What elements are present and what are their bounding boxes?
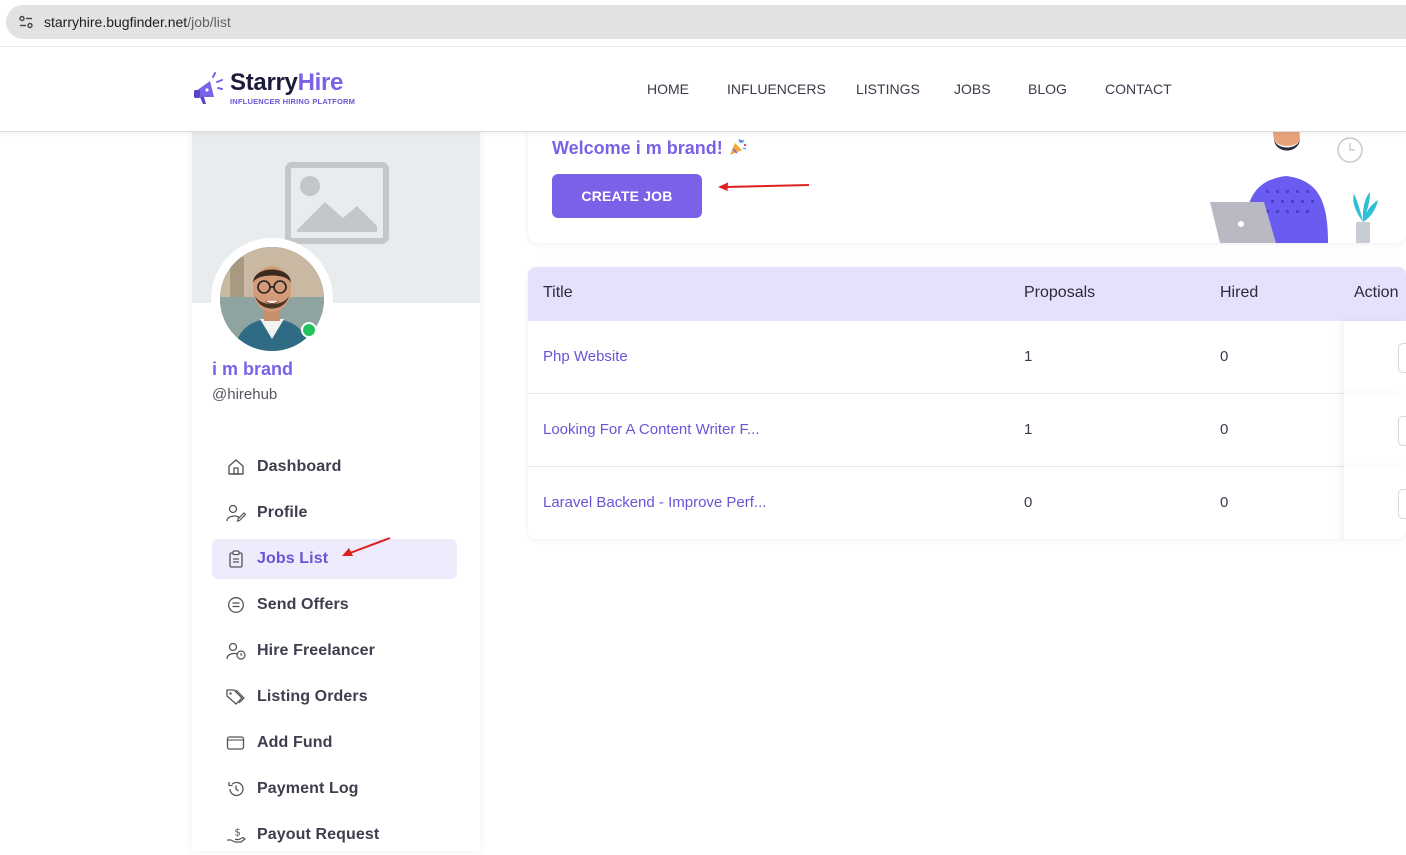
job-proposals: 1 <box>1024 421 1033 438</box>
table-row: Laravel Backend - Improve Perf... 0 0 <box>528 467 1406 539</box>
list-circle-icon <box>226 595 246 615</box>
user-edit-icon <box>226 503 246 523</box>
home-icon <box>226 457 246 477</box>
sidebar-item-jobs-list[interactable]: Jobs List <box>212 539 457 579</box>
row-action-button[interactable] <box>1398 416 1406 446</box>
tags-icon <box>226 687 246 707</box>
main-nav: HOME INFLUENCERS LISTINGS JOBS BLOG CONT… <box>0 81 1406 101</box>
url-host: starryhire.bugfinder.net <box>44 14 188 30</box>
hand-dollar-icon: $ <box>226 825 246 845</box>
job-title-link[interactable]: Php Website <box>543 348 628 365</box>
history-icon <box>226 779 246 799</box>
sidebar-item-listing-orders[interactable]: Listing Orders <box>212 677 457 717</box>
job-hired: 0 <box>1220 348 1229 365</box>
job-proposals: 0 <box>1024 494 1033 511</box>
job-hired: 0 <box>1220 421 1229 438</box>
job-title-link[interactable]: Looking For A Content Writer F... <box>543 421 760 438</box>
nav-blog[interactable]: BLOG <box>1028 81 1067 97</box>
online-status-dot <box>301 322 317 338</box>
nav-jobs[interactable]: JOBS <box>954 81 991 97</box>
action-cell <box>1344 321 1406 394</box>
sidebar-item-label: Jobs List <box>257 550 329 567</box>
table-header: Title Proposals Hired Action <box>528 267 1406 321</box>
dashboard-sidebar: i m brand @hirehub Dashboard Profile Job… <box>192 132 480 851</box>
sidebar-item-label: Listing Orders <box>257 688 368 705</box>
jobs-table: Title Proposals Hired Action Php Website… <box>528 267 1406 539</box>
sidebar-item-hire-freelancer[interactable]: Hire Freelancer <box>212 631 457 671</box>
url-text: starryhire.bugfinder.net/job/list <box>44 14 231 30</box>
action-cell <box>1344 467 1406 539</box>
table-row: Php Website 1 0 <box>528 321 1406 394</box>
annotation-arrow-icon <box>718 182 810 191</box>
row-action-button[interactable] <box>1398 343 1406 373</box>
url-field[interactable]: starryhire.bugfinder.net/job/list <box>6 5 1406 39</box>
row-action-button[interactable] <box>1398 489 1406 519</box>
sidebar-item-payment-log[interactable]: Payment Log <box>212 769 457 809</box>
nav-influencers[interactable]: INFLUENCERS <box>727 81 826 97</box>
sidebar-item-label: Payout Request <box>257 826 380 843</box>
col-proposals: Proposals <box>1024 284 1096 301</box>
sidebar-item-label: Payment Log <box>257 780 359 797</box>
nav-listings[interactable]: LISTINGS <box>856 81 920 97</box>
image-placeholder-icon <box>285 162 389 244</box>
site-settings-icon[interactable] <box>16 12 36 32</box>
browser-address-bar: starryhire.bugfinder.net/job/list <box>0 0 1406 46</box>
sidebar-item-payout-request[interactable]: $ Payout Request <box>212 815 457 855</box>
sidebar-item-label: Dashboard <box>257 458 342 475</box>
sidebar-item-add-fund[interactable]: Add Fund <box>212 723 457 763</box>
job-title-link[interactable]: Laravel Backend - Improve Perf... <box>543 494 766 511</box>
annotation-arrow-icon <box>342 537 391 556</box>
job-proposals: 1 <box>1024 348 1033 365</box>
svg-text:$: $ <box>235 828 241 839</box>
nav-contact[interactable]: CONTACT <box>1105 81 1172 97</box>
nav-home[interactable]: HOME <box>647 81 689 97</box>
table-row: Looking For A Content Writer F... 1 0 <box>528 394 1406 467</box>
sidebar-item-label: Profile <box>257 504 308 521</box>
user-name: i m brand <box>212 359 294 379</box>
sidebar-item-send-offers[interactable]: Send Offers <box>212 585 457 625</box>
sidebar-item-label: Hire Freelancer <box>257 642 376 659</box>
sidebar-item-label: Send Offers <box>257 596 349 613</box>
clipboard-list-icon <box>226 549 246 569</box>
wallet-icon <box>226 733 246 753</box>
job-hired: 0 <box>1220 494 1229 511</box>
party-popper-icon <box>730 138 747 155</box>
avatar-frame <box>211 238 333 360</box>
sidebar-item-label: Add Fund <box>257 734 333 751</box>
sidebar-item-profile[interactable]: Profile <box>212 493 457 533</box>
welcome-greeting: Welcome i m brand! <box>552 138 723 158</box>
url-path: /job/list <box>187 14 231 30</box>
user-handle: @hirehub <box>212 386 278 403</box>
col-hired: Hired <box>1220 284 1259 301</box>
site-header: StarryHire INFLUENCER HIRING PLATFORM HO… <box>0 46 1406 132</box>
col-title: Title <box>543 284 573 301</box>
col-action: Action <box>1354 284 1399 301</box>
create-job-button[interactable]: CREATE JOB <box>552 174 702 218</box>
action-cell <box>1344 394 1406 467</box>
user-clock-icon <box>226 641 246 661</box>
sidebar-item-dashboard[interactable]: Dashboard <box>212 447 457 487</box>
